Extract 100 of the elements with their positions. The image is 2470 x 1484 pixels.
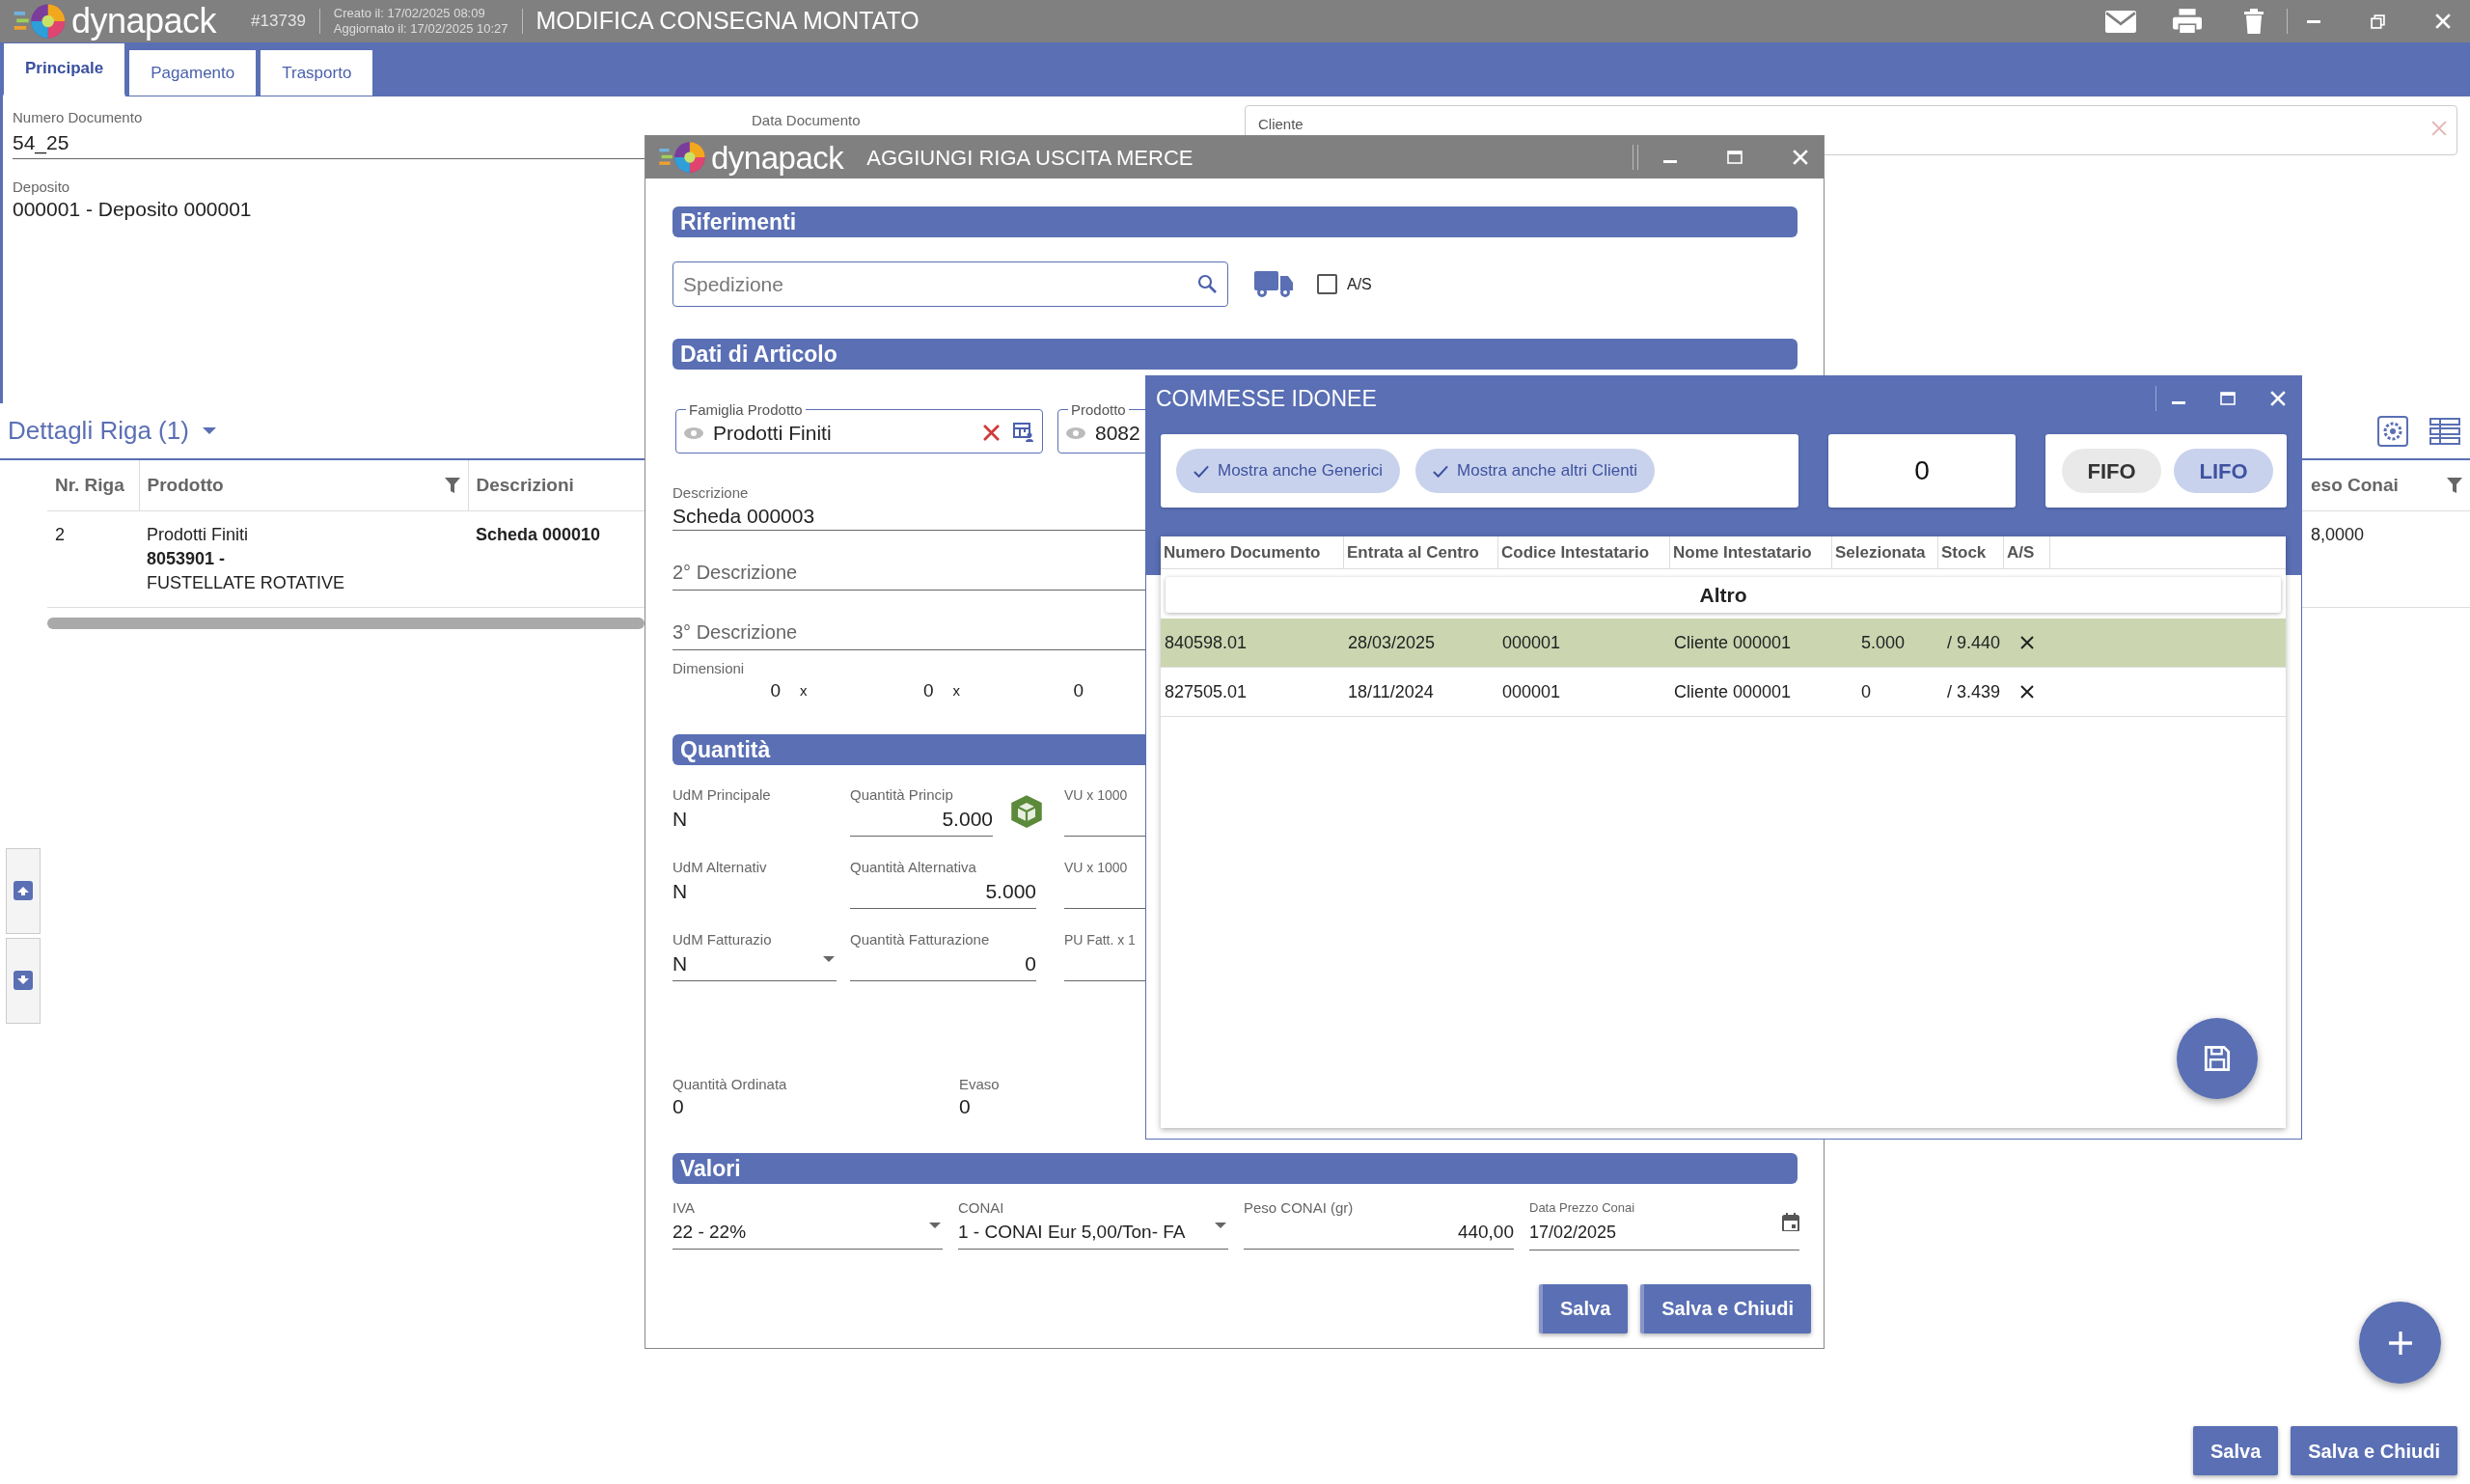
field-label: VU x 1000 bbox=[1064, 785, 1129, 804]
arrow-down-icon bbox=[14, 971, 33, 990]
input-field[interactable]: 440,00 bbox=[1244, 1216, 1514, 1250]
save-close-button[interactable]: Salva e Chiudi bbox=[1640, 1283, 1811, 1333]
minimize-icon[interactable] bbox=[2307, 19, 2320, 23]
logo-icon bbox=[12, 2, 68, 41]
section-header: Quantità bbox=[672, 733, 1146, 765]
filter-icon[interactable] bbox=[444, 477, 460, 493]
order-toggle[interactable]: FIFO bbox=[2062, 449, 2161, 493]
close-icon[interactable] bbox=[2270, 391, 2286, 406]
restore-icon[interactable] bbox=[2371, 14, 2385, 29]
filter-icon[interactable] bbox=[2447, 477, 2462, 493]
input-field[interactable]: 0 bbox=[850, 948, 1036, 981]
field-label: UdM Alternativ bbox=[672, 858, 768, 876]
table-cell-text: 000001 bbox=[1501, 680, 1562, 703]
tab[interactable]: Trasporto bbox=[260, 49, 374, 96]
table-row[interactable]: 827505.01 18/11/2024 000001 Cliente 000001 0 / 3.439 bbox=[1161, 668, 2286, 717]
checkbox[interactable] bbox=[1317, 274, 1337, 294]
add-button[interactable] bbox=[2359, 1302, 2441, 1384]
calendar-icon[interactable] bbox=[1782, 1213, 1799, 1231]
dropdown-field[interactable]: 22 - 22% bbox=[672, 1216, 943, 1250]
check-icon bbox=[1433, 464, 1449, 478]
section-header: Valori bbox=[672, 1152, 1798, 1184]
table-cell-text: / 9.440 bbox=[1945, 631, 2001, 654]
table-icon[interactable] bbox=[1013, 422, 1034, 444]
clear-icon[interactable] bbox=[983, 425, 1000, 441]
dropdown-field[interactable]: 1 - CONAI Eur 5,00/Ton- FA bbox=[958, 1216, 1228, 1250]
save-close-button[interactable]: Salva e Chiudi bbox=[2291, 1426, 2457, 1475]
trash-icon[interactable] bbox=[2244, 9, 2264, 34]
check-icon bbox=[1194, 464, 1209, 478]
arrow-up-icon bbox=[14, 881, 33, 900]
input-field[interactable]: 3° Descrizione bbox=[672, 616, 1146, 650]
field-label: Quantità Ordinata bbox=[672, 1075, 788, 1093]
minimize-icon[interactable] bbox=[1663, 159, 1677, 163]
product-family-field[interactable]: Famiglia Prodotto Prodotti Finiti bbox=[675, 402, 1043, 453]
search-field[interactable]: Spedizione bbox=[672, 261, 1228, 307]
caret-icon[interactable] bbox=[202, 427, 216, 434]
truck-icon[interactable] bbox=[1253, 270, 1294, 298]
field-value: 0 bbox=[959, 1093, 971, 1119]
field-label: IVA bbox=[672, 1198, 697, 1217]
cross-icon[interactable] bbox=[2020, 636, 2034, 649]
dropdown-field[interactable]: N bbox=[672, 948, 837, 981]
filter-chip[interactable]: Mostra anche Generici bbox=[1176, 449, 1401, 493]
input-field[interactable]: 5.000 bbox=[850, 875, 1036, 909]
column-header[interactable]: Selezionata bbox=[1832, 536, 1938, 568]
column-header[interactable]: Descrizioni bbox=[476, 471, 574, 499]
column-header[interactable]: Entrata al Centro bbox=[1344, 536, 1498, 568]
tab[interactable]: Pagamento bbox=[128, 49, 258, 96]
dialog-title: COMMESSE IDONEE bbox=[1156, 384, 1377, 413]
column-header[interactable]: Stock bbox=[1938, 536, 2004, 568]
column-header[interactable]: Nome Intestatario bbox=[1670, 536, 1832, 568]
move-up-button[interactable] bbox=[6, 847, 41, 934]
field-label: VU x 1000 bbox=[1064, 858, 1129, 876]
table-cell-text: / 3.439 bbox=[1945, 680, 2001, 703]
section-header: Riferimenti bbox=[672, 206, 1798, 237]
minimize-icon[interactable] bbox=[2172, 400, 2185, 404]
date-field[interactable]: 17/02/2025 bbox=[1529, 1216, 1799, 1250]
save-button[interactable] bbox=[2177, 1018, 2258, 1099]
cross-icon[interactable] bbox=[2020, 685, 2034, 699]
close-icon[interactable] bbox=[1793, 150, 1808, 165]
column-header[interactable]: Prodotto bbox=[147, 471, 224, 499]
field-label: UdM Fatturazio bbox=[672, 930, 773, 948]
tab[interactable]: Principale bbox=[3, 42, 126, 96]
table-cell-text: 000001 bbox=[1501, 631, 1562, 654]
field-label: Peso CONAI (gr) bbox=[1244, 1198, 1355, 1217]
maximize-icon[interactable] bbox=[1727, 151, 1743, 164]
table-cell: 8,0000 bbox=[2303, 510, 2470, 607]
column-header[interactable]: A/S bbox=[2004, 536, 2050, 568]
group-header[interactable]: Altro bbox=[1166, 577, 2281, 613]
window-title: MODIFICA CONSEGNA MONTATO bbox=[535, 6, 919, 37]
close-icon[interactable] bbox=[2435, 14, 2451, 29]
field-label: Data Prezzo Conai bbox=[1529, 1198, 1636, 1217]
input-field[interactable]: 54_25 bbox=[13, 126, 645, 159]
table-cell-text: 28/03/2025 bbox=[1347, 631, 1437, 654]
input-field[interactable]: 5.000 bbox=[850, 803, 993, 837]
mail-icon[interactable] bbox=[2105, 10, 2136, 33]
section-title[interactable]: Dettagli Riga (1) bbox=[8, 412, 189, 450]
table-row[interactable]: 840598.01 28/03/2025 000001 Cliente 000001 5.000 / 9.440 bbox=[1161, 618, 2286, 668]
maximize-icon[interactable] bbox=[2220, 392, 2236, 405]
column-header[interactable]: Codice Intestatario bbox=[1498, 536, 1670, 568]
table-rows-icon[interactable] bbox=[2429, 417, 2460, 445]
move-down-button[interactable] bbox=[6, 937, 41, 1024]
table-cell-text: 840598.01 bbox=[1164, 631, 1249, 654]
column-header[interactable]: Numero Documento bbox=[1161, 536, 1344, 568]
filter-chip[interactable]: Mostra anche altri Clienti bbox=[1415, 449, 1656, 493]
scrollbar-thumb[interactable] bbox=[47, 617, 645, 629]
input-field[interactable]: 2° Descrizione bbox=[672, 556, 1146, 591]
checkbox-label: A/S bbox=[1347, 274, 1372, 294]
print-icon[interactable] bbox=[2173, 9, 2202, 34]
column-header[interactable]: Nr. Riga bbox=[55, 471, 124, 499]
table-cell-text: 5.000 bbox=[1860, 631, 1907, 654]
column-header[interactable]: eso Conai bbox=[2311, 471, 2399, 499]
box-icon[interactable] bbox=[1009, 792, 1044, 830]
save-button[interactable]: Salva bbox=[1539, 1283, 1629, 1333]
gear-icon[interactable] bbox=[2377, 415, 2408, 447]
input-field[interactable]: Scheda 000003 bbox=[672, 502, 1146, 531]
order-toggle[interactable]: LIFO bbox=[2174, 449, 2273, 493]
save-button[interactable]: Salva bbox=[2193, 1426, 2279, 1475]
search-icon[interactable] bbox=[1197, 274, 1217, 293]
section-header: Dati di Articolo bbox=[672, 339, 1798, 370]
